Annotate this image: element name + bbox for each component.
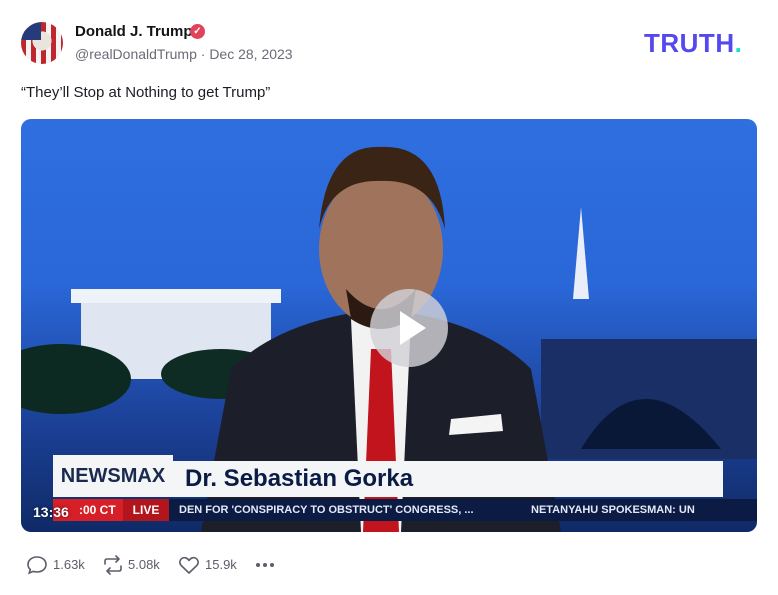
brand-dot: . [734,28,743,58]
truth-logo[interactable]: TRUTH. [644,28,742,59]
video-duration: 13:36 [33,504,69,520]
meta-separator: · [200,46,206,62]
network-logo: NEWSMAX [53,455,173,497]
retruth-count: 5.08k [128,557,160,572]
guest-name-chyron: Dr. Sebastian Gorka [173,461,723,497]
author-avatar[interactable] [21,22,63,64]
verified-badge-icon: ✓ [190,24,205,39]
post-date[interactable]: Dec 28, 2023 [209,46,292,62]
more-button[interactable] [255,555,275,575]
ticker-text-2: NETANYAHU SPOKESMAN: UN [531,504,695,516]
post-text: “They’ll Stop at Nothing to get Trump” [21,84,271,101]
heart-icon [179,556,199,574]
like-count: 15.9k [205,557,237,572]
speech-bubble-icon [27,556,47,575]
monument-shape [573,207,589,299]
brand-text: TRUTH [644,28,735,58]
author-meta[interactable]: @realDonaldTrump · Dec 28, 2023 [75,46,293,62]
ticker-text: DEN FOR 'CONSPIRACY TO OBSTRUCT' CONGRES… [179,504,474,516]
reply-count: 1.63k [53,557,85,572]
author-handle[interactable]: @realDonaldTrump [75,46,197,62]
repost-arrows-icon [104,555,122,575]
video-player[interactable]: NEWSMAX Dr. Sebastian Gorka :00 CT LIVE … [21,119,757,532]
more-dots-icon [256,563,274,567]
play-button[interactable] [370,289,448,367]
chyron-live: LIVE [123,499,169,521]
author-name[interactable]: Donald J. Trump [75,23,193,40]
